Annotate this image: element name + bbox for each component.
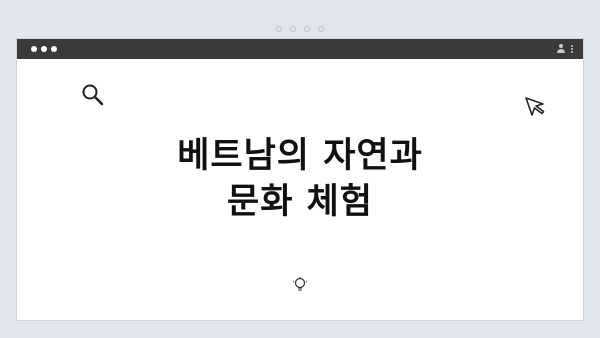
titlebar-actions — [557, 44, 573, 53]
kebab-menu-icon[interactable] — [571, 44, 573, 53]
lightbulb-icon — [293, 277, 307, 291]
minimize-window-button[interactable] — [41, 46, 47, 52]
kebab-dot — [571, 44, 573, 47]
kebab-dot — [571, 50, 573, 53]
hero-title: 베트남의 자연과 문화 체험 — [33, 133, 567, 225]
pagination-dots — [0, 26, 600, 32]
cursor-icon — [525, 97, 545, 116]
maximize-window-button[interactable] — [51, 46, 57, 52]
pagination-dot — [276, 26, 282, 32]
search-icon[interactable] — [81, 83, 105, 107]
hero-title-line: 베트남의 자연과 — [177, 136, 423, 176]
kebab-dot — [571, 47, 573, 50]
user-icon[interactable] — [557, 44, 565, 53]
window-titlebar — [17, 39, 583, 59]
close-window-button[interactable] — [31, 46, 37, 52]
window-controls — [31, 46, 57, 52]
hero-title-line: 문화 체험 — [227, 182, 373, 222]
pagination-dot — [290, 26, 296, 32]
pagination-dot — [304, 26, 310, 32]
content-area: 베트남의 자연과 문화 체험 — [33, 69, 567, 311]
pagination-dot — [318, 26, 324, 32]
